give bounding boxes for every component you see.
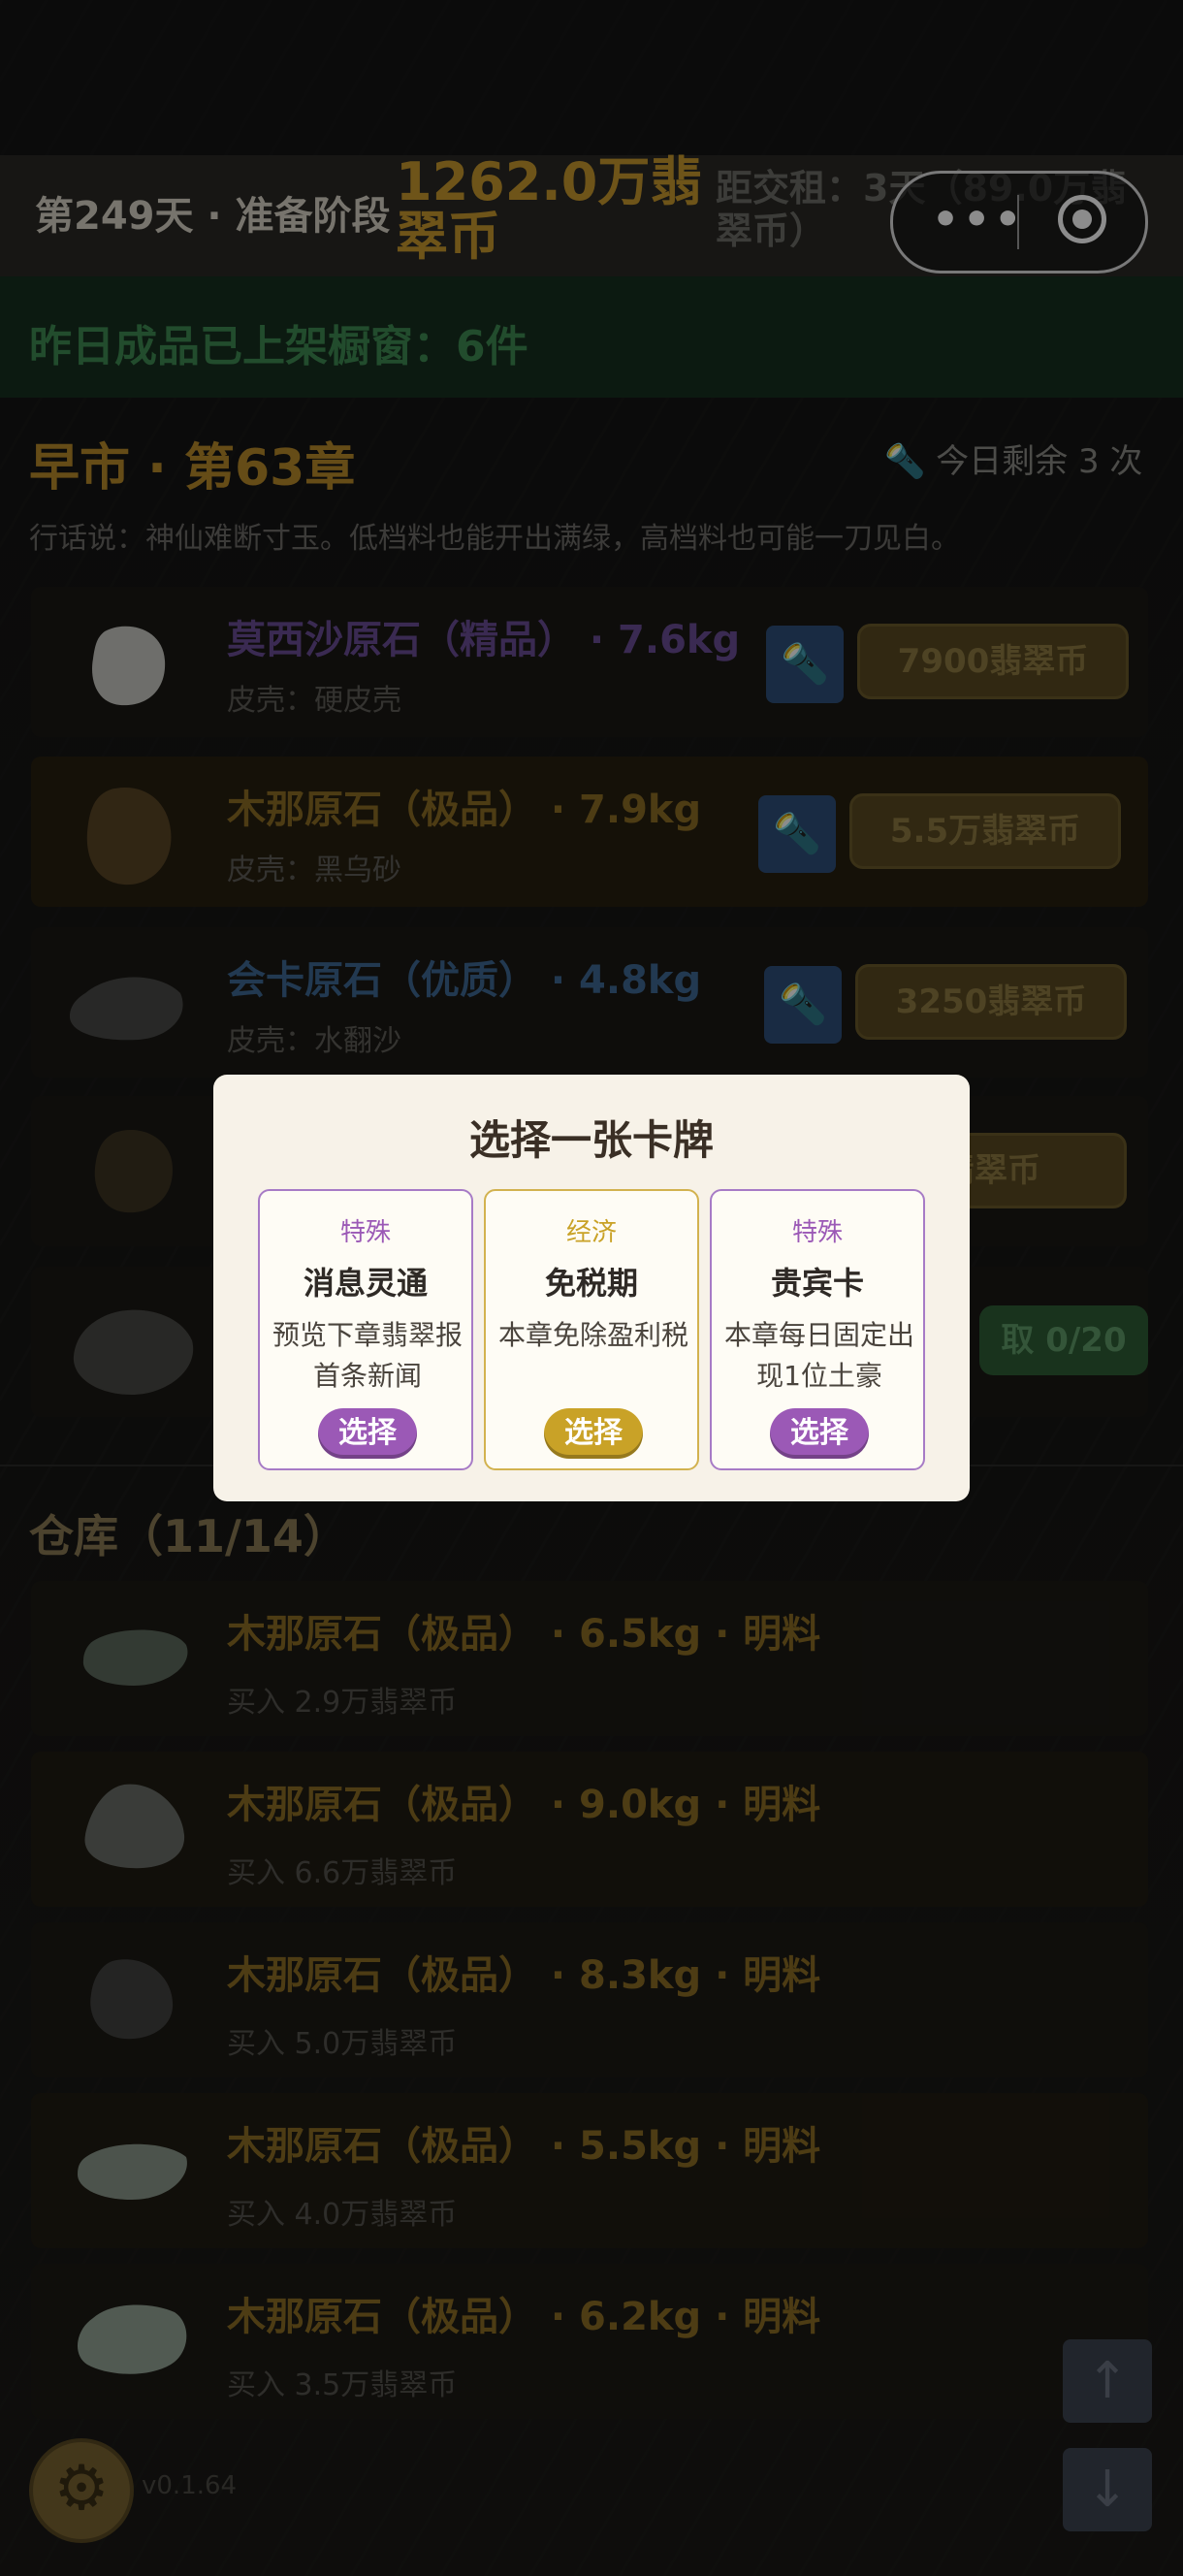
card-desc: 本章免除盈利税 — [497, 1319, 688, 1351]
select-button[interactable]: 选择 — [770, 1408, 869, 1459]
select-button[interactable]: 选择 — [318, 1408, 417, 1459]
card-vip[interactable]: 特殊 贵宾卡 本章每日固定出现1位土豪 选择 — [710, 1189, 925, 1470]
card-name: 免税期 — [544, 1265, 638, 1302]
card-tag: 经济 — [565, 1218, 617, 1247]
card-news[interactable]: 特殊 消息灵通 预览下章翡翠报首条新闻 选择 — [258, 1189, 473, 1470]
modal-title: 选择一张卡牌 — [468, 1116, 714, 1164]
card-desc: 预览下章翡翠报首条新闻 — [272, 1319, 463, 1392]
card-desc: 本章每日固定出现1位土豪 — [723, 1319, 914, 1392]
select-button[interactable]: 选择 — [544, 1408, 643, 1459]
card-name: 贵宾卡 — [770, 1265, 864, 1302]
card-select-modal: 选择一张卡牌 特殊 消息灵通 预览下章翡翠报首条新闻 选择 经济 免税期 本章免… — [213, 1075, 970, 1501]
card-tax-free[interactable]: 经济 免税期 本章免除盈利税 选择 — [484, 1189, 699, 1470]
card-tag: 特殊 — [791, 1218, 843, 1247]
card-tag: 特殊 — [339, 1218, 391, 1247]
card-name: 消息灵通 — [303, 1265, 428, 1302]
